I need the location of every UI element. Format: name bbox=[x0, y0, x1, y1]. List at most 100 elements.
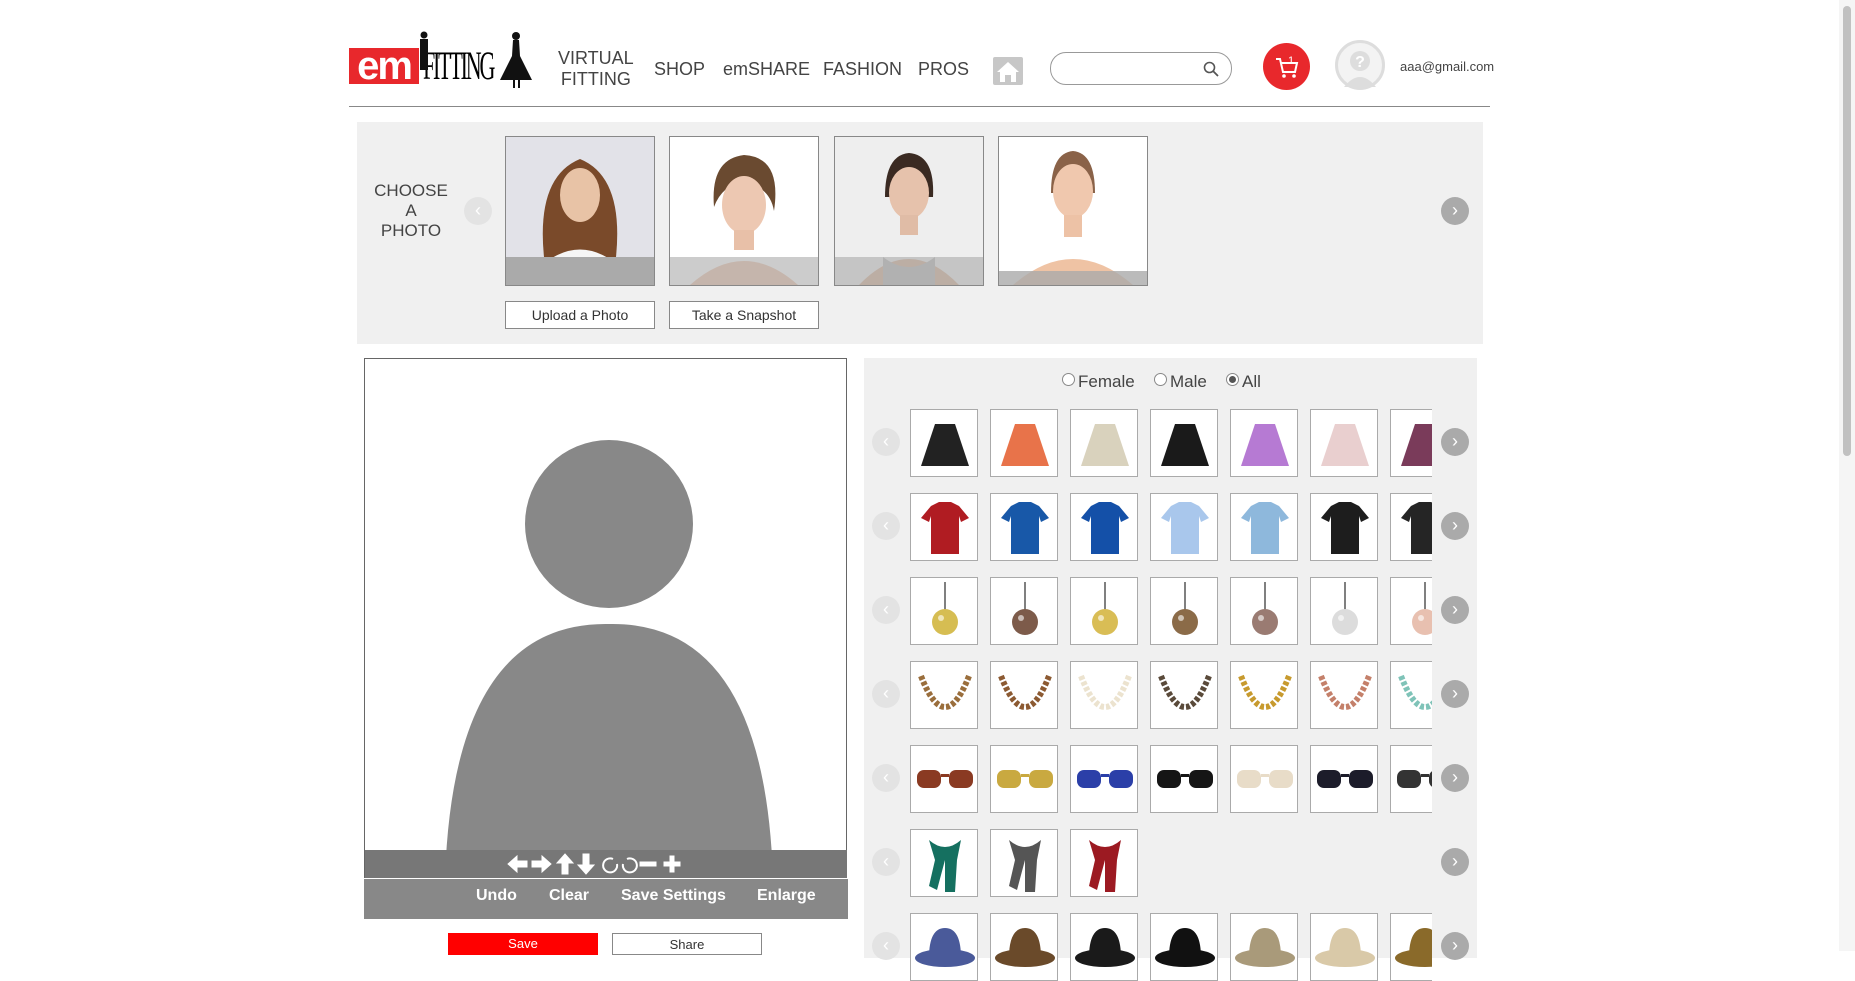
catalog-row-prev-button[interactable]: ‹ bbox=[872, 680, 900, 708]
user-avatar[interactable]: ? bbox=[1335, 40, 1385, 90]
catalog-row-prev-button[interactable]: ‹ bbox=[872, 512, 900, 540]
filter-male-radio[interactable] bbox=[1154, 373, 1167, 386]
catalog-item-hats[interactable] bbox=[1070, 913, 1138, 981]
home-icon bbox=[997, 62, 1019, 82]
catalog-item-hats[interactable] bbox=[1310, 913, 1378, 981]
earrings-item-image bbox=[1172, 582, 1198, 635]
catalog-item-sunglasses[interactable] bbox=[910, 745, 978, 813]
catalog-item-hats[interactable] bbox=[1230, 913, 1298, 981]
save-settings-button[interactable]: Save Settings bbox=[621, 887, 726, 905]
fitting-canvas[interactable] bbox=[364, 358, 847, 878]
catalog-item-necklaces[interactable] bbox=[1070, 661, 1138, 729]
nav-pros[interactable]: PROS bbox=[918, 59, 969, 80]
catalog-item-scarves[interactable] bbox=[990, 829, 1058, 897]
catalog-item-sunglasses[interactable] bbox=[1230, 745, 1298, 813]
catalog-item-necklaces[interactable] bbox=[1150, 661, 1218, 729]
clear-button[interactable]: Clear bbox=[549, 887, 589, 905]
catalog-row-next-button[interactable]: › bbox=[1441, 848, 1469, 876]
catalog-item-tops[interactable] bbox=[1230, 493, 1298, 561]
model-photo-1[interactable] bbox=[505, 136, 655, 286]
scrollbar-thumb[interactable] bbox=[1843, 6, 1851, 456]
photos-prev-button[interactable]: ‹ bbox=[464, 197, 492, 225]
catalog-item-earrings[interactable] bbox=[1310, 577, 1378, 645]
catalog-row-prev-button[interactable]: ‹ bbox=[872, 428, 900, 456]
nav-emshare[interactable]: emSHARE bbox=[723, 59, 810, 80]
filter-all-radio[interactable] bbox=[1226, 373, 1239, 386]
nav-fashion[interactable]: FASHION bbox=[823, 59, 902, 80]
catalog-item-necklaces[interactable] bbox=[1310, 661, 1378, 729]
catalog-row-prev-button[interactable]: ‹ bbox=[872, 932, 900, 960]
catalog-item-sunglasses[interactable] bbox=[1390, 745, 1432, 813]
catalog-item-skirts[interactable] bbox=[990, 409, 1058, 477]
catalog-row-next-button[interactable]: › bbox=[1441, 428, 1469, 456]
catalog-row-prev-button[interactable]: ‹ bbox=[872, 848, 900, 876]
catalog-item-sunglasses[interactable] bbox=[1070, 745, 1138, 813]
catalog-item-skirts[interactable] bbox=[1070, 409, 1138, 477]
catalog-item-hats[interactable] bbox=[1150, 913, 1218, 981]
catalog-item-tops[interactable] bbox=[990, 493, 1058, 561]
catalog-row-prev-button[interactable]: ‹ bbox=[872, 764, 900, 792]
earrings-item-image bbox=[1332, 582, 1358, 635]
page-scrollbar[interactable] bbox=[1839, 0, 1855, 951]
enlarge-button[interactable]: Enlarge bbox=[757, 887, 816, 905]
nav-shop[interactable]: SHOP bbox=[654, 59, 705, 80]
catalog-item-hats[interactable] bbox=[910, 913, 978, 981]
upload-photo-button[interactable]: Upload a Photo bbox=[505, 301, 655, 329]
catalog-item-scarves[interactable] bbox=[910, 829, 978, 897]
catalog-row-next-button[interactable]: › bbox=[1441, 596, 1469, 624]
share-button[interactable]: Share bbox=[612, 933, 762, 955]
catalog-item-sunglasses[interactable] bbox=[1150, 745, 1218, 813]
catalog-item-earrings[interactable] bbox=[1150, 577, 1218, 645]
catalog-item-earrings[interactable] bbox=[990, 577, 1058, 645]
catalog-item-sunglasses[interactable] bbox=[1310, 745, 1378, 813]
nav-virtual-fitting[interactable]: VIRTUAL FITTING bbox=[558, 48, 634, 90]
catalog-item-skirts[interactable] bbox=[1390, 409, 1432, 477]
catalog-item-tops[interactable] bbox=[910, 493, 978, 561]
catalog-item-tops[interactable] bbox=[1070, 493, 1138, 561]
undo-button[interactable]: Undo bbox=[476, 887, 517, 905]
catalog-item-necklaces[interactable] bbox=[1390, 661, 1432, 729]
catalog-item-tops[interactable] bbox=[1150, 493, 1218, 561]
home-button[interactable] bbox=[993, 57, 1023, 85]
photos-next-button[interactable]: › bbox=[1441, 197, 1469, 225]
catalog-item-necklaces[interactable] bbox=[910, 661, 978, 729]
catalog-item-earrings[interactable] bbox=[1230, 577, 1298, 645]
catalog-item-skirts[interactable] bbox=[1150, 409, 1218, 477]
filter-female[interactable]: Female bbox=[1062, 372, 1135, 392]
model-photo-3[interactable] bbox=[834, 136, 984, 286]
model-photo-1-strip bbox=[506, 257, 654, 285]
search-box[interactable] bbox=[1050, 52, 1232, 85]
catalog-item-tops[interactable] bbox=[1390, 493, 1432, 561]
catalog-item-earrings[interactable] bbox=[1070, 577, 1138, 645]
cart-button[interactable]: 1 bbox=[1263, 43, 1310, 90]
filter-female-radio[interactable] bbox=[1062, 373, 1075, 386]
model-photo-4[interactable] bbox=[998, 136, 1148, 286]
catalog-row-next-button[interactable]: › bbox=[1441, 680, 1469, 708]
save-button[interactable]: Save bbox=[448, 933, 598, 955]
catalog-item-skirts[interactable] bbox=[910, 409, 978, 477]
catalog-row-next-button[interactable]: › bbox=[1441, 932, 1469, 960]
logo[interactable]: em FITTING bbox=[349, 28, 532, 88]
catalog-item-skirts[interactable] bbox=[1310, 409, 1378, 477]
search-icon[interactable] bbox=[1203, 61, 1219, 77]
catalog-item-hats[interactable] bbox=[990, 913, 1058, 981]
catalog-item-tops[interactable] bbox=[1310, 493, 1378, 561]
user-email[interactable]: aaa@gmail.com bbox=[1400, 59, 1494, 74]
catalog-item-necklaces[interactable] bbox=[1230, 661, 1298, 729]
catalog-item-skirts[interactable] bbox=[1230, 409, 1298, 477]
catalog-item-earrings[interactable] bbox=[1390, 577, 1432, 645]
filter-male[interactable]: Male bbox=[1154, 372, 1207, 392]
take-snapshot-button[interactable]: Take a Snapshot bbox=[669, 301, 819, 329]
catalog-item-hats[interactable] bbox=[1390, 913, 1432, 981]
catalog-row-prev-button[interactable]: ‹ bbox=[872, 596, 900, 624]
model-photo-2[interactable] bbox=[669, 136, 819, 286]
catalog-item-sunglasses[interactable] bbox=[990, 745, 1058, 813]
catalog-item-necklaces[interactable] bbox=[990, 661, 1058, 729]
catalog-item-earrings[interactable] bbox=[910, 577, 978, 645]
catalog-row-next-button[interactable]: › bbox=[1441, 764, 1469, 792]
catalog-item-scarves[interactable] bbox=[1070, 829, 1138, 897]
catalog-row-next-button[interactable]: › bbox=[1441, 512, 1469, 540]
search-input[interactable] bbox=[1061, 58, 1200, 80]
chevron-left-icon: ‹ bbox=[883, 431, 889, 451]
filter-all[interactable]: All bbox=[1226, 372, 1261, 392]
